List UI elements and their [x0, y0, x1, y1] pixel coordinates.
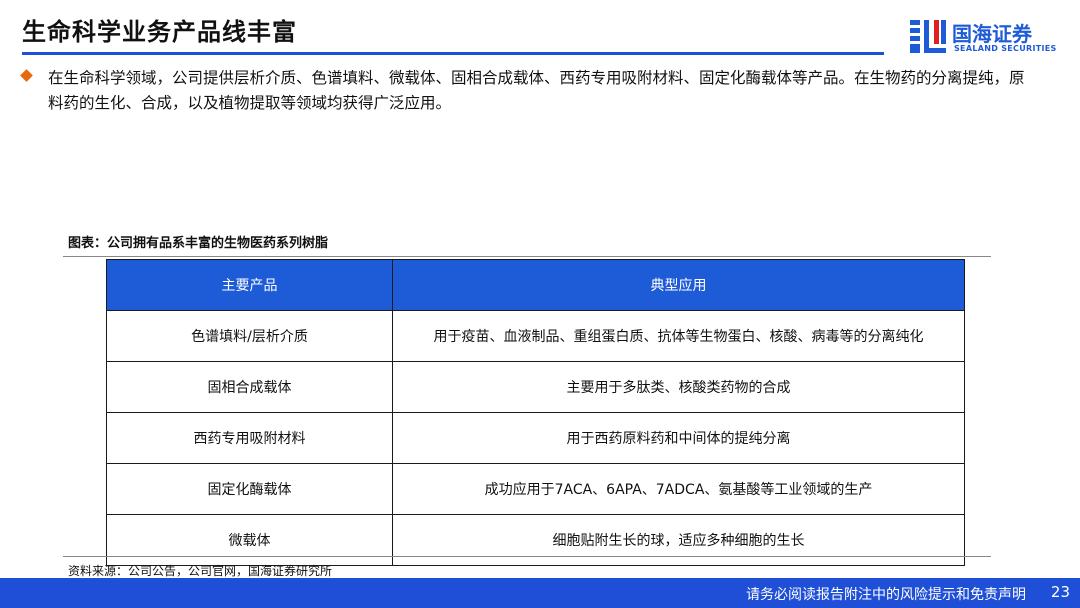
- page-number: 23: [1050, 583, 1070, 601]
- product-cell: 固相合成载体: [106, 361, 393, 413]
- page-title: 生命科学业务产品线丰富: [22, 18, 297, 46]
- product-table: 主要产品 典型应用 色谱填料/层析介质 用于疫苗、血液制品、重组蛋白质、抗体等生…: [106, 259, 965, 566]
- logo-text-cn: 国海证券: [952, 22, 1032, 46]
- company-logo: 国海证券 SEALAND SECURITIES: [908, 18, 1058, 58]
- application-cell: 成功应用于7ACA、6APA、7ADCA、氨基酸等工业领域的生产: [392, 463, 965, 515]
- intro-bullet: 在生命科学领域，公司提供层析介质、色谱填料、微载体、固相合成载体、西药专用吸附材…: [20, 66, 1032, 116]
- table-row: 固定化酶载体 成功应用于7ACA、6APA、7ADCA、氨基酸等工业领域的生产: [106, 463, 965, 515]
- diamond-bullet-icon: [20, 69, 33, 82]
- product-cell: 色谱填料/层析介质: [106, 310, 393, 362]
- table-row: 西药专用吸附材料 用于西药原料药和中间体的提纯分离: [106, 412, 965, 464]
- product-cell: 固定化酶载体: [106, 463, 393, 515]
- table-row: 固相合成载体 主要用于多肽类、核酸类药物的合成: [106, 361, 965, 413]
- application-cell: 用于西药原料药和中间体的提纯分离: [392, 412, 965, 464]
- footer-bar: 请务必阅读报告附注中的风险提示和免责声明 23: [0, 578, 1080, 608]
- application-cell: 细胞贴附生长的球，适应多种细胞的生长: [392, 514, 965, 566]
- source-note: 资料来源：公司公告，公司官网，国海证券研究所: [68, 564, 333, 578]
- intro-text: 在生命科学领域，公司提供层析介质、色谱填料、微载体、固相合成载体、西药专用吸附材…: [48, 69, 1025, 112]
- header-main-product: 主要产品: [106, 259, 393, 311]
- table-header-row: 主要产品 典型应用: [106, 259, 965, 311]
- disclaimer-text: 请务必阅读报告附注中的风险提示和免责声明: [746, 587, 1026, 603]
- figure-title: 图表：公司拥有品系丰富的生物医药系列树脂: [68, 236, 329, 251]
- application-cell: 主要用于多肽类、核酸类药物的合成: [392, 361, 965, 413]
- header-typical-application: 典型应用: [392, 259, 965, 311]
- sealand-logo-icon: [910, 20, 946, 53]
- logo-text-en: SEALAND SECURITIES: [954, 44, 1057, 53]
- table-row: 色谱填料/层析介质 用于疫苗、血液制品、重组蛋白质、抗体等生物蛋白、核酸、病毒等…: [106, 310, 965, 362]
- product-cell: 微载体: [106, 514, 393, 566]
- table-row: 微载体 细胞贴附生长的球，适应多种细胞的生长: [106, 514, 965, 566]
- application-cell: 用于疫苗、血液制品、重组蛋白质、抗体等生物蛋白、核酸、病毒等的分离纯化: [392, 310, 965, 362]
- title-divider: [22, 52, 884, 55]
- product-cell: 西药专用吸附材料: [106, 412, 393, 464]
- figure-top-rule: [63, 256, 991, 257]
- figure-bottom-rule: [63, 556, 991, 557]
